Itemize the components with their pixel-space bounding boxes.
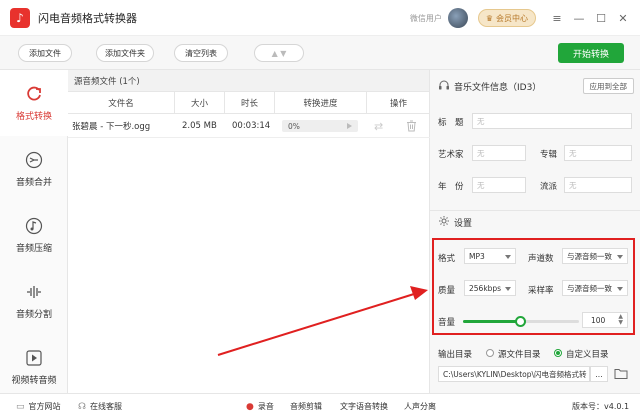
maximize-icon[interactable]: ☐ [592,9,610,27]
title-bar-right: 微信用户 ♛ 会员中心 ≡ — ☐ ✕ [410,0,640,36]
vocal-link[interactable]: 人声分离 [404,401,436,412]
sidebar-item-label: 格式转换 [15,111,52,122]
start-convert-button[interactable]: 开始转换 [558,43,624,63]
retry-icon[interactable]: ⇄ [374,114,394,138]
refresh-icon [25,85,43,103]
vip-center-label: 会员中心 [496,13,528,23]
sidebar-item-audio-compress[interactable]: 音频压缩 [0,202,68,268]
title-bar: ♪ 闪电音频格式转换器 微信用户 ♛ 会员中心 ≡ — ☐ ✕ [0,0,640,36]
id3-title: 音乐文件信息（ID3） [454,82,542,93]
play-triangle-icon [347,123,352,129]
headphones-icon [438,79,450,94]
album-label: 专辑 [540,150,558,160]
file-size: 2.05 MB [182,121,217,131]
genre-label: 流派 [540,182,558,192]
column-header-actions: 操作 [389,99,407,109]
column-header-duration: 时长 [225,92,275,114]
folder-icon[interactable] [614,367,628,383]
sidebar-item-label: 视频转音频 [11,375,57,386]
app-logo-icon: ♪ [10,7,30,28]
settings-header: 设置 [430,210,640,234]
right-panel: 音乐文件信息（ID3） 应用到全部 标 题 无 艺术家 无 专辑 无 年 份 无… [430,70,640,393]
browse-button[interactable]: ... [590,366,608,382]
conversion-progress: 0% [282,120,358,132]
column-header-progress: 转换进度 [275,92,367,114]
sidebar-item-video-to-audio[interactable]: 视频转音频 [0,334,68,400]
file-duration: 00:03:14 [232,121,271,131]
audio-edit-link[interactable]: 音频剪辑 [290,401,322,412]
sidebar-item-format-convert[interactable]: 格式转换 [0,70,68,136]
artist-input[interactable]: 无 [472,145,526,161]
play-icon [25,349,43,367]
service-link[interactable]: ☊ 在线客服 [78,401,122,412]
table-row[interactable]: 张碧晨 - 下一秒.ogg 2.05 MB 00:03:14 0% ⇄ [68,114,430,138]
sidebar-item-audio-split[interactable]: 音频分割 [0,268,68,334]
status-bar: ▭ 官方网站 ☊ 在线客服 ● 录音 音频剪辑 文字语音转换 人声分离 版本号：… [0,393,640,419]
add-folder-button[interactable]: 添加文件夹 [96,44,154,62]
music-note-icon [25,217,43,235]
id3-header: 音乐文件信息（ID3） 应用到全部 [430,74,640,98]
add-file-button[interactable]: 添加文件 [18,44,72,62]
file-list-columns: 文件名 大小 时长 转换进度 操作 [68,92,430,114]
progress-text: 0% [288,121,300,131]
headset-icon: ☊ [78,401,86,412]
apply-all-button[interactable]: 应用到全部 [582,78,634,94]
title-label: 标 题 [438,118,464,128]
output-path-input[interactable]: C:\Users\KYLIN\Desktop\闪电音频格式转 [438,366,590,382]
year-input[interactable]: 无 [472,177,526,193]
record-link[interactable]: ● 录音 [246,401,274,412]
microphone-icon: ● [246,401,254,412]
toolbar: 添加文件 添加文件夹 清空列表 ▲ ▼ 开始转换 [0,36,640,70]
album-input[interactable]: 无 [564,145,632,161]
website-link[interactable]: ▭ 官方网站 [16,401,61,412]
arrow-down-icon: ▼ [280,48,287,58]
file-name: 张碧晨 - 下一秒.ogg [72,122,151,132]
close-icon[interactable]: ✕ [614,9,632,27]
title-input[interactable]: 无 [472,113,632,129]
radio-source-dir[interactable] [486,349,494,357]
website-label: 官方网站 [28,402,61,411]
app-title: 闪电音频格式转换器 [38,11,137,25]
custom-dir-option[interactable]: 自定义目录 [566,348,609,360]
sidebar-item-label: 音频合并 [15,177,52,188]
sidebar-item-label: 音频分割 [15,309,52,320]
column-header-size: 大小 [175,92,225,114]
vip-center-button[interactable]: ♛ 会员中心 [477,9,536,27]
clear-list-button[interactable]: 清空列表 [174,44,228,62]
column-header-filename: 文件名 [68,92,175,114]
minimize-icon[interactable]: — [570,9,588,27]
monitor-icon: ▭ [16,401,25,412]
source-dir-option[interactable]: 源文件目录 [498,348,541,360]
record-label: 录音 [257,402,274,411]
file-list-header: 源音频文件 (1个) [68,70,429,92]
service-label: 在线客服 [90,402,122,411]
gear-icon [438,215,450,230]
wechat-user-label: 微信用户 [409,13,442,23]
reorder-button[interactable]: ▲ ▼ [254,44,304,62]
sidebar-item-label: 音频压缩 [15,243,52,254]
sidebar-item-audio-merge[interactable]: 音频合并 [0,136,68,202]
menu-icon[interactable]: ≡ [548,9,566,27]
output-dir-label: 输出目录 [438,350,473,360]
settings-highlight-box [432,238,635,335]
file-list-panel: 源音频文件 (1个) 文件名 大小 时长 转换进度 操作 张碧晨 - 下一秒.o… [68,70,430,393]
year-label: 年 份 [438,182,464,192]
delete-icon[interactable] [406,114,422,138]
crown-icon: ♛ [485,13,493,23]
speech-link[interactable]: 文字语音转换 [340,401,388,412]
artist-label: 艺术家 [438,150,464,160]
arrow-up-icon: ▲ [271,48,278,58]
radio-custom-dir[interactable] [554,349,562,357]
settings-title: 设置 [454,219,473,229]
version-label: 版本号：v4.0.1 [572,402,630,411]
merge-icon [25,151,43,169]
avatar[interactable] [447,8,468,28]
genre-input[interactable]: 无 [564,177,632,193]
sidebar-nav: 格式转换 音频合并 音频压缩 音频分割 视频转音频 [0,70,68,393]
split-icon [25,283,43,301]
